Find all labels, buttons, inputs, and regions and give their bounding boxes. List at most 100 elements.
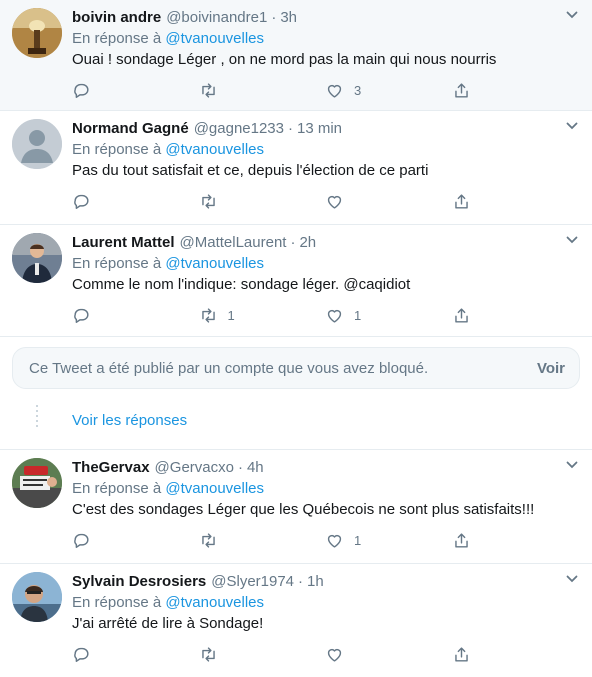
timestamp[interactable]: 1h	[307, 572, 324, 592]
heart-icon	[327, 534, 342, 548]
tweet-text: J'ai arrêté de lire à Sondage!	[72, 615, 264, 632]
retweet-icon	[201, 646, 215, 662]
heart-icon	[327, 648, 342, 662]
like-button[interactable]: 3	[325, 81, 452, 100]
timestamp[interactable]: 2h	[299, 233, 316, 253]
like-button[interactable]	[325, 192, 452, 211]
share-button[interactable]	[452, 531, 579, 550]
separator-dot: ·	[290, 234, 296, 251]
show-replies-row: Voir les réponses	[0, 399, 592, 450]
tweet-actions	[72, 183, 578, 219]
author-name[interactable]: Laurent Mattel	[72, 233, 175, 253]
separator-dot: ·	[298, 573, 304, 590]
tweet[interactable]: boivin andre @boivinandre1 · 3h En répon…	[0, 0, 592, 111]
avatar[interactable]	[12, 458, 62, 508]
like-button[interactable]: 1	[325, 306, 452, 325]
author-name[interactable]: Sylvain Desrosiers	[72, 572, 206, 592]
retweet-button[interactable]	[199, 81, 326, 100]
share-icon	[454, 532, 468, 548]
heart-icon	[327, 309, 342, 323]
reply-icon	[74, 647, 89, 662]
retweet-button[interactable]	[199, 192, 326, 211]
tweet[interactable]: Sylvain Desrosiers @Slyer1974 · 1h En ré…	[0, 564, 592, 677]
author-handle[interactable]: @boivinandre1	[166, 8, 267, 28]
reply-prefix: En réponse à	[72, 480, 162, 497]
retweet-icon	[201, 307, 215, 323]
view-blocked-tweet-button[interactable]: Voir	[537, 360, 565, 377]
separator-dot: ·	[288, 120, 293, 137]
tweet-actions: 1 1	[72, 297, 578, 333]
reply-context: En réponse à @tvanouvelles	[72, 593, 578, 613]
author-name[interactable]: boivin andre	[72, 8, 161, 28]
reply-button[interactable]	[72, 645, 199, 664]
heart-icon	[327, 195, 342, 209]
avatar[interactable]	[12, 119, 62, 169]
share-icon	[454, 646, 468, 662]
chevron-down-icon[interactable]	[566, 235, 578, 245]
tweet-actions	[72, 636, 578, 672]
avatar[interactable]	[12, 233, 62, 283]
retweet-count: 1	[227, 307, 235, 323]
avatar[interactable]	[12, 572, 62, 622]
show-replies-link[interactable]: Voir les réponses	[72, 412, 187, 429]
author-name[interactable]: Normand Gagné	[72, 119, 189, 139]
share-icon	[454, 193, 468, 209]
share-icon	[454, 307, 468, 323]
author-name[interactable]: TheGervax	[72, 458, 150, 478]
reply-to-link[interactable]: @tvanouvelles	[165, 594, 264, 611]
reply-button[interactable]	[72, 81, 199, 100]
avatar[interactable]	[12, 8, 62, 58]
tweet[interactable]: TheGervax @Gervacxo · 4h En réponse à @t…	[0, 450, 592, 564]
blocked-tweet-container: Ce Tweet a été publié par un compte que …	[0, 337, 592, 399]
author-handle[interactable]: @Slyer1974	[211, 572, 294, 592]
tweet-text: Comme le nom l'indique: sondage léger. @…	[72, 276, 411, 293]
like-count: 1	[354, 532, 362, 548]
retweet-button[interactable]	[199, 645, 326, 664]
tweet[interactable]: Normand Gagné @gagne1233 · 13 min En rép…	[0, 111, 592, 225]
tweet-actions: 1	[72, 522, 578, 558]
author-handle[interactable]: @MattelLaurent	[180, 233, 287, 253]
reply-context: En réponse à @tvanouvelles	[72, 29, 578, 49]
chevron-down-icon[interactable]	[566, 121, 578, 131]
tweet-text: C'est des sondages Léger que les Québeco…	[72, 501, 535, 518]
timestamp[interactable]: 3h	[280, 8, 297, 28]
share-button[interactable]	[452, 306, 579, 325]
thread-line	[36, 405, 38, 427]
reply-to-link[interactable]: @tvanouvelles	[165, 480, 264, 497]
blocked-tweet-notice: Ce Tweet a été publié par un compte que …	[12, 347, 580, 389]
timestamp[interactable]: 4h	[247, 458, 264, 478]
retweet-icon	[201, 532, 215, 548]
share-button[interactable]	[452, 645, 579, 664]
author-handle[interactable]: @Gervacxo	[155, 458, 234, 478]
reply-prefix: En réponse à	[72, 255, 162, 272]
retweet-button[interactable]	[199, 531, 326, 550]
reply-button[interactable]	[72, 531, 199, 550]
like-count: 3	[354, 82, 362, 98]
reply-to-link[interactable]: @tvanouvelles	[165, 141, 264, 158]
retweet-button[interactable]: 1	[199, 306, 326, 325]
separator-dot: ·	[237, 459, 243, 476]
reply-prefix: En réponse à	[72, 594, 162, 611]
like-button[interactable]	[325, 645, 452, 664]
like-button[interactable]: 1	[325, 531, 452, 550]
share-button[interactable]	[452, 192, 579, 211]
heart-icon	[327, 84, 342, 98]
reply-context: En réponse à @tvanouvelles	[72, 479, 578, 499]
author-handle[interactable]: @gagne1233	[194, 119, 284, 139]
reply-to-link[interactable]: @tvanouvelles	[165, 30, 264, 47]
tweet[interactable]: Laurent Mattel @MattelLaurent · 2h En ré…	[0, 225, 592, 337]
reply-icon	[74, 308, 89, 323]
chevron-down-icon[interactable]	[566, 574, 578, 584]
reply-icon	[74, 83, 89, 98]
tweet-text: Ouai ! sondage Léger , on ne mord pas la…	[72, 51, 497, 68]
chevron-down-icon[interactable]	[566, 10, 578, 20]
timestamp[interactable]: 13 min	[297, 119, 342, 139]
reply-button[interactable]	[72, 192, 199, 211]
reply-to-link[interactable]: @tvanouvelles	[165, 255, 264, 272]
like-count: 1	[354, 307, 362, 323]
share-button[interactable]	[452, 81, 579, 100]
reply-button[interactable]	[72, 306, 199, 325]
retweet-icon	[201, 82, 215, 98]
chevron-down-icon[interactable]	[566, 460, 578, 470]
tweet-actions: 3	[72, 72, 578, 108]
